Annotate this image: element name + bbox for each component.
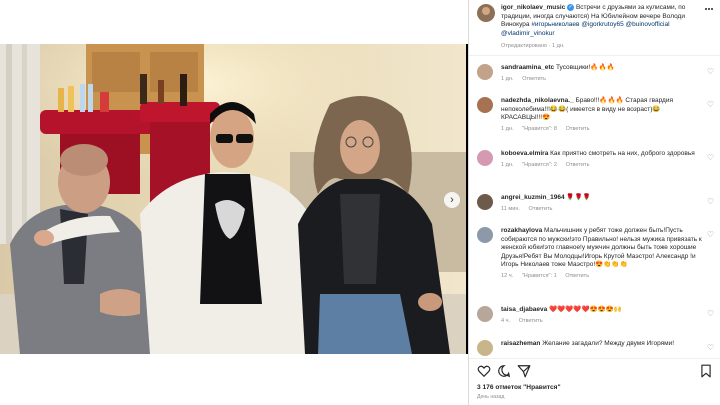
caption-hashtag[interactable]: #игорьниколаев xyxy=(531,21,579,28)
comment-time: 1 дн. xyxy=(501,75,514,82)
commenter-avatar[interactable] xyxy=(477,64,493,80)
comment-likes[interactable]: "Нравится": 2 xyxy=(522,162,557,168)
heart-icon[interactable]: ♡ xyxy=(707,67,714,76)
comment-time: 12 ч. xyxy=(501,272,514,279)
heart-icon[interactable]: ♡ xyxy=(707,100,714,109)
heart-icon[interactable] xyxy=(477,364,491,378)
heart-icon[interactable]: ♡ xyxy=(707,309,714,318)
commenter-username[interactable]: sandraamina_etc xyxy=(501,64,554,71)
author-username[interactable]: igor_nikolaev_music xyxy=(501,4,565,11)
comment-time: 1 дн. xyxy=(501,125,514,132)
chevron-right-icon: › xyxy=(450,194,454,206)
heart-icon[interactable]: ♡ xyxy=(707,197,714,206)
post-date: День назад xyxy=(477,394,505,400)
post-actions-bar: 3 176 отметок "Нравится" День назад xyxy=(469,358,720,405)
post-media-pane: › xyxy=(0,0,468,405)
reply-button[interactable]: Ответить xyxy=(519,318,543,324)
verified-badge-icon: ✓ xyxy=(567,4,575,11)
commenter-avatar[interactable] xyxy=(477,194,493,210)
reply-button[interactable]: Ответить xyxy=(529,206,553,212)
comment-text: Желание загадали? Между двумя Игорями! xyxy=(542,340,675,347)
commenter-username[interactable]: nadezhda_nikolaevna._ xyxy=(501,97,574,104)
post-photo-frame: › xyxy=(0,44,468,354)
post-details-pane: igor_nikolaev_music ✓ Встречи с друзьями… xyxy=(468,0,720,405)
author-avatar[interactable] xyxy=(477,4,495,22)
comment-likes[interactable]: "Нравится": 8 xyxy=(522,126,557,132)
likes-count[interactable]: 3 176 отметок "Нравится" xyxy=(477,384,561,391)
more-options-icon[interactable] xyxy=(704,4,714,14)
comment-text: Тусовщики!🔥🔥🔥 xyxy=(555,64,615,71)
commenter-username[interactable]: rozakhaylova xyxy=(501,227,542,234)
comment-time: 4 ч. xyxy=(501,317,511,324)
comment-time: 1 дн. xyxy=(501,161,514,168)
commenter-username[interactable]: angrei_kuzmin_1964 xyxy=(501,194,565,201)
comment-icon[interactable] xyxy=(497,364,511,378)
commenter-avatar[interactable] xyxy=(477,306,493,322)
heart-icon[interactable]: ♡ xyxy=(707,230,714,239)
reply-button[interactable]: Ответить xyxy=(566,126,590,132)
post-time: 1 дн. xyxy=(552,42,565,49)
comment-text: 🌹🌹🌹 xyxy=(566,194,591,201)
commenter-username[interactable]: raisazheman xyxy=(501,340,540,347)
edited-label: Отредактировано xyxy=(501,42,548,49)
heart-icon[interactable]: ♡ xyxy=(707,343,714,352)
commenter-avatar[interactable] xyxy=(477,97,493,113)
comment-text: Как приятно смотреть на них, доброго здо… xyxy=(550,150,695,157)
post-photo xyxy=(0,44,466,354)
commenter-avatar[interactable] xyxy=(477,340,493,356)
instagram-post-view: › igor_nikolaev_music ✓ Встречи с друзья… xyxy=(0,0,720,405)
reply-button[interactable]: Ответить xyxy=(566,162,590,168)
post-caption: igor_nikolaev_music ✓ Встречи с друзьями… xyxy=(501,4,686,49)
comment-text: ❤️❤️❤️❤️❤️😍😍😍🙌 xyxy=(549,306,622,313)
commenter-username[interactable]: koboeva.elmira xyxy=(501,150,548,157)
bookmark-icon[interactable] xyxy=(699,364,713,378)
comment-likes[interactable]: "Нравится": 1 xyxy=(522,273,557,279)
carousel-next-button[interactable]: › xyxy=(444,192,460,208)
heart-icon[interactable]: ♡ xyxy=(707,153,714,162)
comments-list: sandraamina_etc Тусовщики!🔥🔥🔥 1 дн. Отве… xyxy=(469,60,720,360)
commenter-avatar[interactable] xyxy=(477,150,493,166)
reply-button[interactable]: Ответить xyxy=(522,76,546,82)
reply-button[interactable]: Ответить xyxy=(565,273,589,279)
commenter-username[interactable]: taisa_djabaeva xyxy=(501,306,547,313)
post-caption-block: igor_nikolaev_music ✓ Встречи с друзьями… xyxy=(469,0,720,56)
share-icon[interactable] xyxy=(517,364,531,378)
commenter-avatar[interactable] xyxy=(477,227,493,243)
comment-time: 11 мин. xyxy=(501,205,520,212)
photo-illustration xyxy=(0,44,466,354)
